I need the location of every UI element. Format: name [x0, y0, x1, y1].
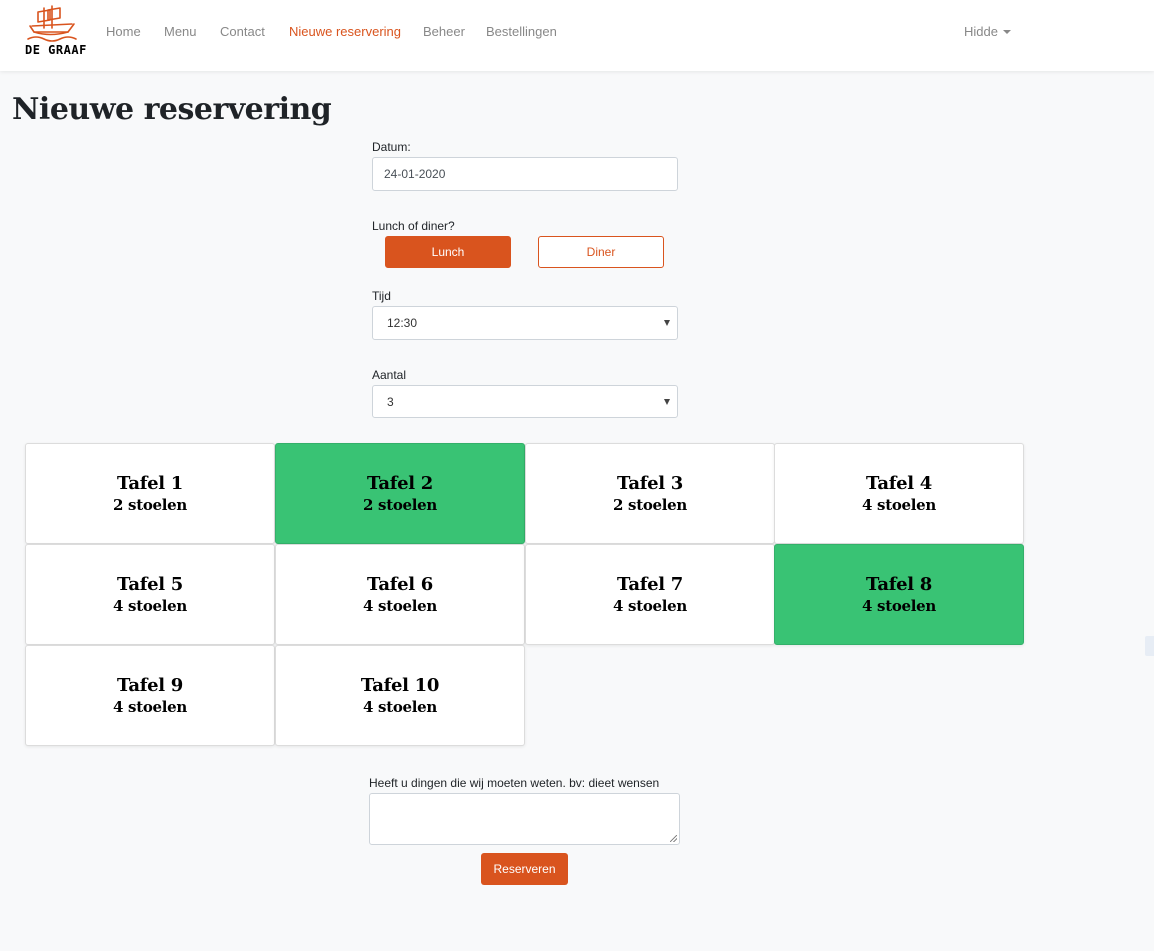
table-card[interactable]: Tafel 3 2 stoelen — [525, 443, 775, 544]
table-name: Tafel 8 — [865, 573, 933, 595]
table-seats: 2 stoelen — [612, 495, 688, 514]
table-name: Tafel 4 — [865, 472, 933, 494]
notes-label: Heeft u dingen die wij moeten weten. bv:… — [369, 776, 660, 790]
table-card[interactable]: Tafel 8 4 stoelen — [774, 544, 1024, 645]
table-card[interactable]: Tafel 6 4 stoelen — [275, 544, 525, 645]
table-seats: 2 stoelen — [112, 495, 188, 514]
datum-label: Datum: — [372, 140, 411, 154]
dropdown-arrow-icon — [664, 398, 670, 405]
table-card[interactable]: Tafel 2 2 stoelen — [275, 443, 525, 544]
table-name: Tafel 7 — [616, 573, 684, 595]
notes-textarea[interactable] — [369, 793, 680, 845]
table-seats: 4 stoelen — [362, 697, 438, 716]
table-name: Tafel 6 — [366, 573, 434, 595]
nav-beheer[interactable]: Beheer — [423, 24, 465, 39]
navbar: DE GRAAF Home Menu Contact Nieuwe reserv… — [0, 0, 1154, 71]
diner-button[interactable]: Diner — [538, 236, 664, 268]
table-name: Tafel 1 — [116, 472, 184, 494]
aantal-label: Aantal — [372, 368, 407, 382]
tijd-select[interactable]: 12:30 — [372, 306, 678, 340]
table-grid: Tafel 1 2 stoelen Tafel 2 2 stoelen Tafe… — [25, 443, 1025, 746]
caret-down-icon — [1002, 29, 1011, 34]
aantal-value: 3 — [387, 394, 394, 409]
table-seats: 4 stoelen — [612, 596, 688, 615]
table-name: Tafel 3 — [616, 472, 684, 494]
logo-text: DE GRAAF — [25, 43, 87, 57]
table-name: Tafel 2 — [366, 472, 434, 494]
user-dropdown[interactable]: Hidde — [964, 24, 1011, 39]
tijd-value: 12:30 — [387, 316, 418, 330]
meal-label: Lunch of diner? — [372, 219, 455, 233]
nav-bestellingen[interactable]: Bestellingen — [486, 24, 557, 39]
tijd-label: Tijd — [372, 289, 391, 303]
table-card[interactable]: Tafel 1 2 stoelen — [25, 443, 275, 544]
table-card[interactable]: Tafel 5 4 stoelen — [25, 544, 275, 645]
nav-nieuwe-reservering[interactable]: Nieuwe reservering — [289, 24, 401, 39]
nav-contact[interactable]: Contact — [220, 24, 265, 39]
nav-home[interactable]: Home — [106, 24, 141, 39]
brand-logo[interactable]: DE GRAAF — [22, 4, 87, 62]
dropdown-arrow-icon — [664, 320, 670, 326]
table-card[interactable]: Tafel 4 4 stoelen — [774, 443, 1024, 544]
table-seats: 4 stoelen — [861, 596, 937, 615]
table-seats: 4 stoelen — [861, 495, 937, 514]
aantal-select[interactable]: 3 — [372, 385, 678, 418]
lunch-button[interactable]: Lunch — [385, 236, 511, 268]
table-seats: 4 stoelen — [112, 596, 188, 615]
datum-input[interactable]: 24-01-2020 — [372, 157, 678, 191]
page-title: Nieuwe reservering — [12, 92, 332, 127]
nav-menu[interactable]: Menu — [164, 24, 197, 39]
datum-value: 24-01-2020 — [384, 167, 446, 181]
table-card[interactable]: Tafel 10 4 stoelen — [275, 645, 525, 746]
table-seats: 4 stoelen — [112, 697, 188, 716]
side-tab[interactable] — [1145, 636, 1154, 656]
user-name: Hidde — [964, 24, 998, 39]
resize-handle-icon[interactable] — [670, 835, 677, 842]
table-name: Tafel 10 — [360, 674, 440, 696]
table-seats: 4 stoelen — [362, 596, 438, 615]
reserveren-button[interactable]: Reserveren — [481, 853, 568, 885]
table-card[interactable]: Tafel 9 4 stoelen — [25, 645, 275, 746]
table-name: Tafel 9 — [116, 674, 184, 696]
ship-icon — [27, 5, 77, 42]
table-card[interactable]: Tafel 7 4 stoelen — [525, 544, 775, 645]
table-name: Tafel 5 — [116, 573, 184, 595]
table-seats: 2 stoelen — [362, 495, 438, 514]
